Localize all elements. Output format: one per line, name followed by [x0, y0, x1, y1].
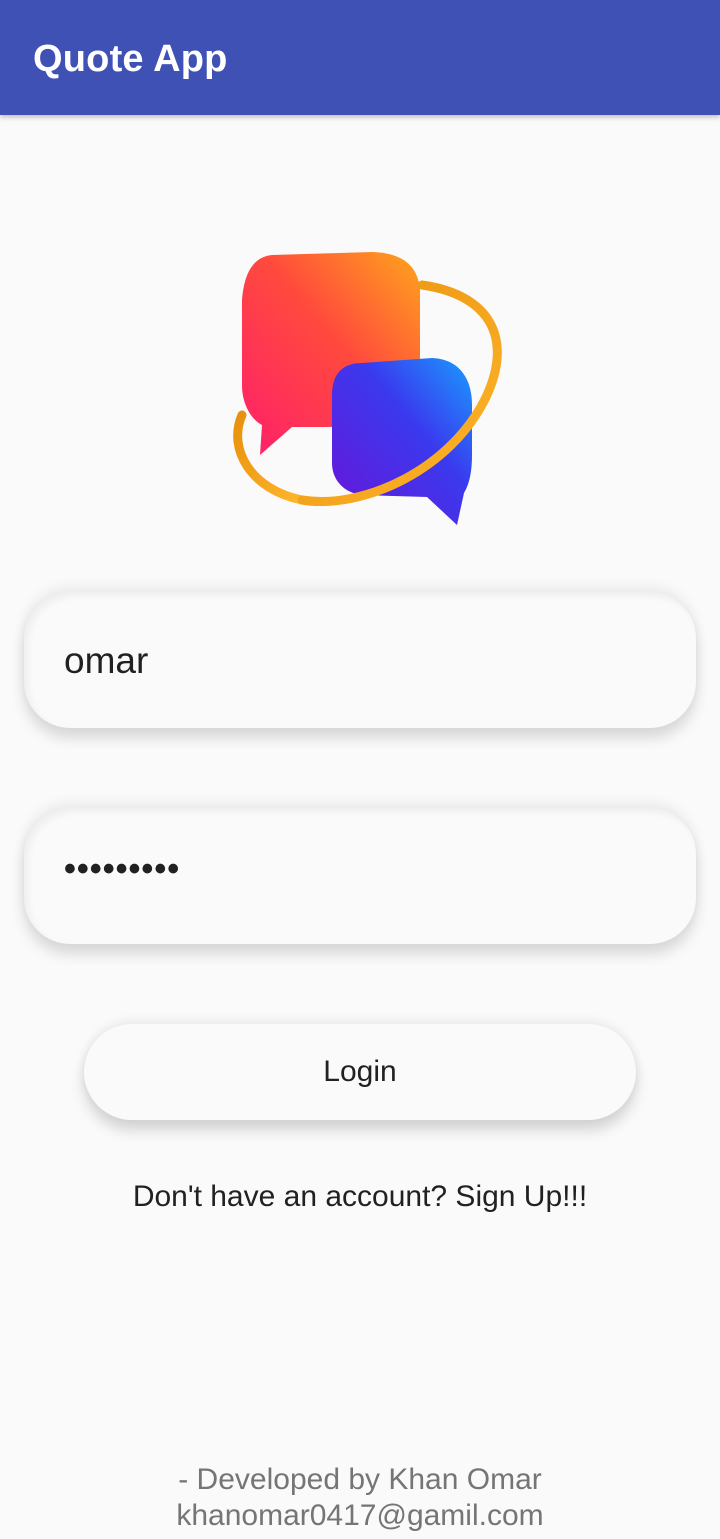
developer-email: khanomar0417@gamil.com	[176, 1499, 544, 1532]
username-value[interactable]: omar	[64, 640, 148, 682]
username-field[interactable]: omar	[24, 592, 696, 728]
signup-link[interactable]: Don't have an account? Sign Up!!!	[0, 1180, 720, 1214]
chat-bubbles-logo-icon	[233, 252, 502, 525]
login-button[interactable]: Login	[84, 1024, 636, 1120]
password-value[interactable]: •••••••••	[64, 850, 180, 889]
app-bar: Quote App	[0, 0, 720, 115]
footer: - Developed by Khan Omar khanomar0417@ga…	[0, 1462, 720, 1534]
developer-credit: - Developed by Khan Omar	[178, 1463, 542, 1496]
password-field[interactable]: •••••••••	[24, 808, 696, 944]
app-title: Quote App	[33, 38, 228, 80]
